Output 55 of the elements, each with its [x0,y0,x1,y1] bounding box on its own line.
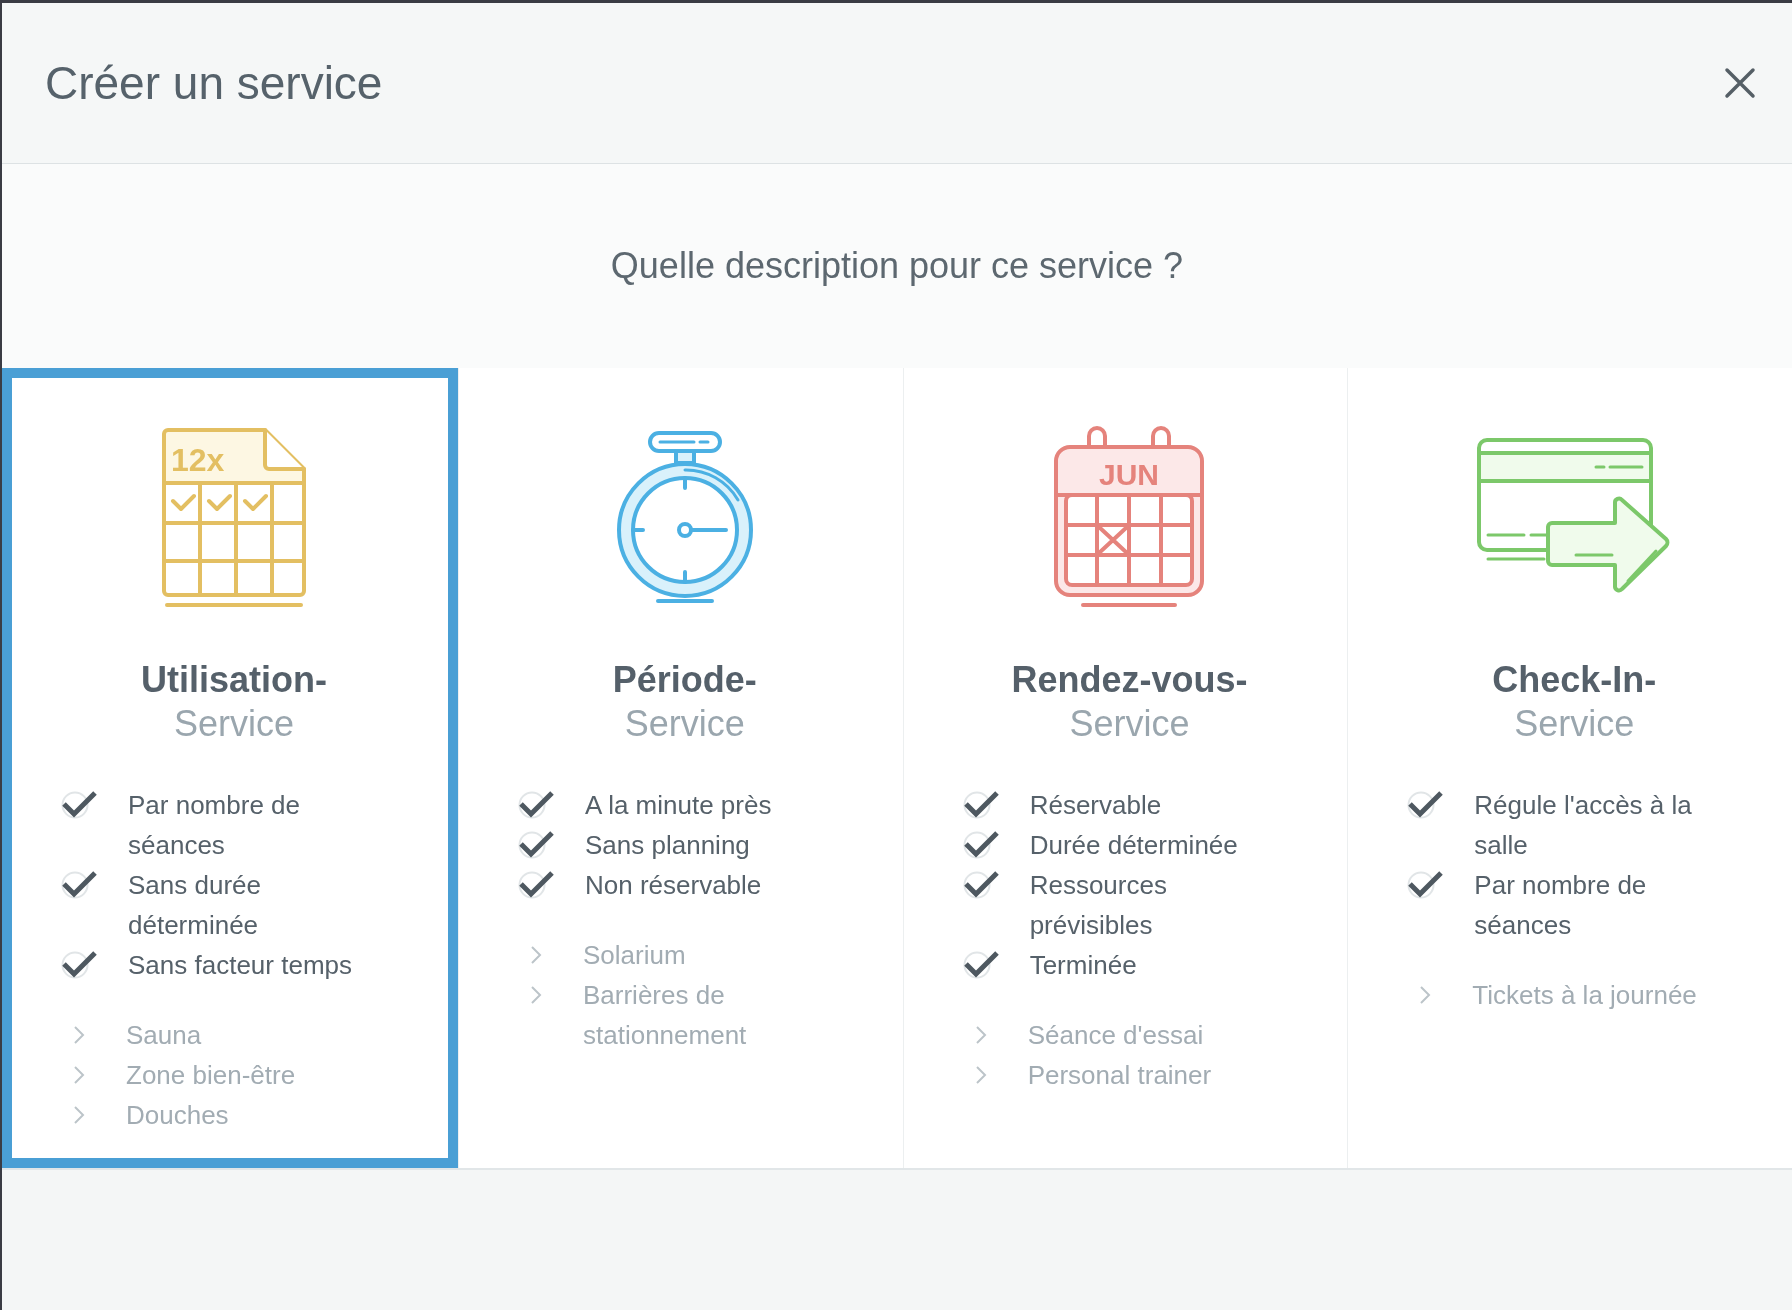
chevron-icon [974,1025,987,1045]
feature-text: Sans planning [585,829,750,862]
close-icon [1724,67,1756,99]
example-text: Personal trainer [1027,1059,1212,1092]
service-card[interactable]: Check-In- Service Régule l'accès à la salle Par nombre de séances Tickets à la journée [1348,368,1792,1168]
check-icon [517,829,555,859]
example-text: Solarium [583,939,686,972]
chevron-icon [73,1105,85,1125]
check-icon [517,789,555,819]
service-card[interactable]: Période- Service A la minute près Sans planning Non réservable Solarium Barrières de stationnement [459,368,903,1168]
example-text: Barrières de stationnement [583,979,748,1052]
example-text: Sauna [126,1019,202,1052]
count-label: 12x [171,442,225,478]
chevron-icon [73,1065,85,1085]
feature-text: Non réservable [585,869,762,902]
chevron-icon [974,1065,987,1085]
card-subtitle: Service [173,702,294,746]
chevron-icon [530,945,542,965]
feature-text: Sans facteur temps [128,949,352,982]
card-title: Utilisation- [141,658,327,702]
chevron-icon [530,985,542,1005]
card-title: Rendez-vous- [1011,658,1248,702]
card-subtitle: Service [624,702,745,746]
example-text: Séance d'essai [1027,1019,1204,1052]
check-icon [60,789,98,819]
check-icon [1406,789,1445,819]
question-text: Quelle description pour ce service ? [610,244,1184,288]
feature-text: A la minute près [585,789,772,822]
chevron-icon [1419,985,1432,1005]
card-title: Période- [612,658,757,702]
feature-text: Régule l'accès à la salle [1474,789,1693,862]
check-icon [517,869,555,899]
example-text: Zone bien-être [126,1059,296,1092]
check-icon [961,789,1000,819]
example-text: Douches [126,1099,229,1132]
check-icon [961,829,1000,859]
example-text: Tickets à la journée [1472,979,1697,1012]
feature-text: Par nombre de séances [1474,869,1648,942]
feature-text: Sans durée déterminée [128,869,262,942]
card-subtitle: Service [1069,702,1190,746]
feature-text: Durée déterminée [1029,829,1238,862]
feature-text: Terminée [1029,949,1137,982]
check-icon [60,869,98,899]
chevron-icon [73,1025,85,1045]
month-label: JUN [1099,458,1160,491]
feature-text: Réservable [1029,789,1162,822]
feature-text: Ressources prévisibles [1029,869,1168,942]
modal-title: Créer un service [45,56,383,111]
feature-text: Par nombre de séances [128,789,301,862]
check-icon [961,949,1000,979]
check-icon [1406,869,1445,899]
card-subtitle: Service [1514,702,1635,746]
check-icon [961,869,1000,899]
card-title: Check-In- [1492,658,1657,702]
check-icon [60,949,98,979]
